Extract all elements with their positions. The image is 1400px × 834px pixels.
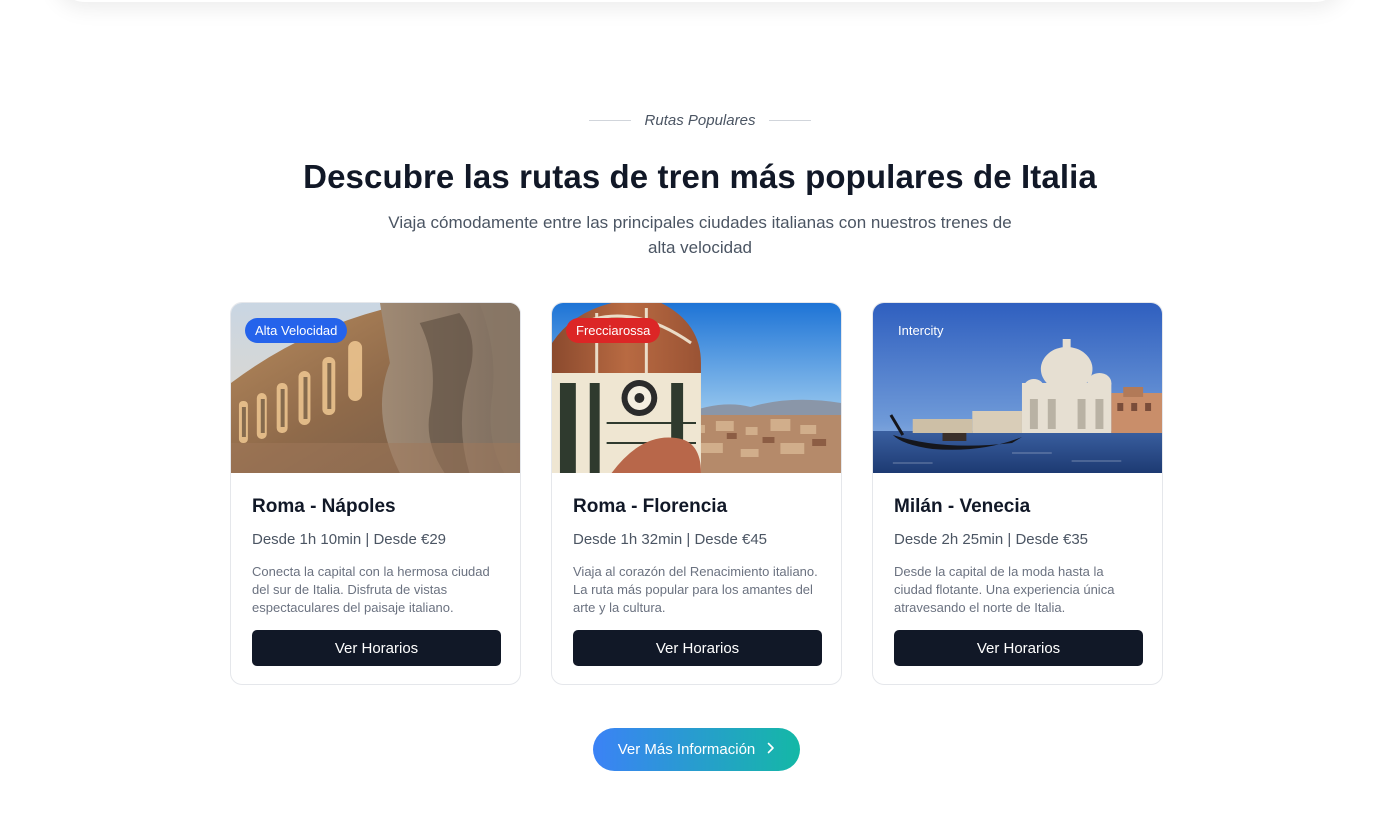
route-card-milan-venecia: Intercity Milán - Venecia Desde 2h 25min… — [872, 302, 1163, 685]
route-image-roma-florencia: Frecciarossa — [552, 303, 841, 473]
section-title: Descubre las rutas de tren más populares… — [303, 158, 1097, 195]
route-image-milan-venecia: Intercity — [873, 303, 1162, 473]
route-title: Roma - Nápoles — [252, 496, 396, 517]
route-meta: Desde 1h 10min | Desde €29 — [252, 531, 447, 548]
eyebrow-line-left — [588, 120, 631, 121]
route-meta: Desde 2h 25min | Desde €35 — [894, 531, 1089, 548]
train-type-badge: Intercity — [898, 323, 944, 338]
route-meta: Desde 1h 32min | Desde €45 — [573, 531, 768, 548]
eyebrow-line-right — [769, 120, 812, 121]
train-type-badge: Frecciarossa — [566, 318, 661, 343]
more-info-button[interactable]: Ver Más Información — [593, 728, 800, 771]
route-title: Milán - Venecia — [894, 496, 1031, 517]
route-description: Desde la capital de la moda hasta la ciu… — [894, 564, 1115, 615]
view-schedules-button[interactable]: Ver Horarios — [573, 630, 822, 666]
header-shadow — [55, 0, 1345, 2]
route-card-roma-napoles: Alta Velocidad Roma - Nápoles Desde 1h 1… — [230, 302, 521, 685]
view-schedules-button[interactable]: Ver Horarios — [252, 630, 501, 666]
route-description: Viaja al corazón del Renacimiento italia… — [573, 564, 818, 615]
route-description: Conecta la capital con la hermosa ciudad… — [252, 564, 490, 615]
route-cards: Alta Velocidad Roma - Nápoles Desde 1h 1… — [230, 302, 1163, 685]
popular-routes-page: Rutas Populares Descubre las rutas de tr… — [0, 0, 1400, 834]
section-subtitle: Viaja cómodamente entre las principales … — [388, 213, 1012, 257]
chevron-right-icon — [767, 741, 775, 758]
view-schedules-button[interactable]: Ver Horarios — [894, 630, 1143, 666]
route-card-roma-florencia: Frecciarossa Roma - Florencia Desde 1h 3… — [551, 302, 842, 685]
more-info-label: Ver Más Información — [617, 741, 756, 758]
train-type-badge: Alta Velocidad — [245, 318, 348, 343]
section-eyebrow: Rutas Populares — [0, 112, 1400, 129]
eyebrow-text: Rutas Populares — [644, 112, 756, 129]
route-title: Roma - Florencia — [573, 496, 728, 517]
route-image-roma-napoles: Alta Velocidad — [231, 303, 520, 473]
